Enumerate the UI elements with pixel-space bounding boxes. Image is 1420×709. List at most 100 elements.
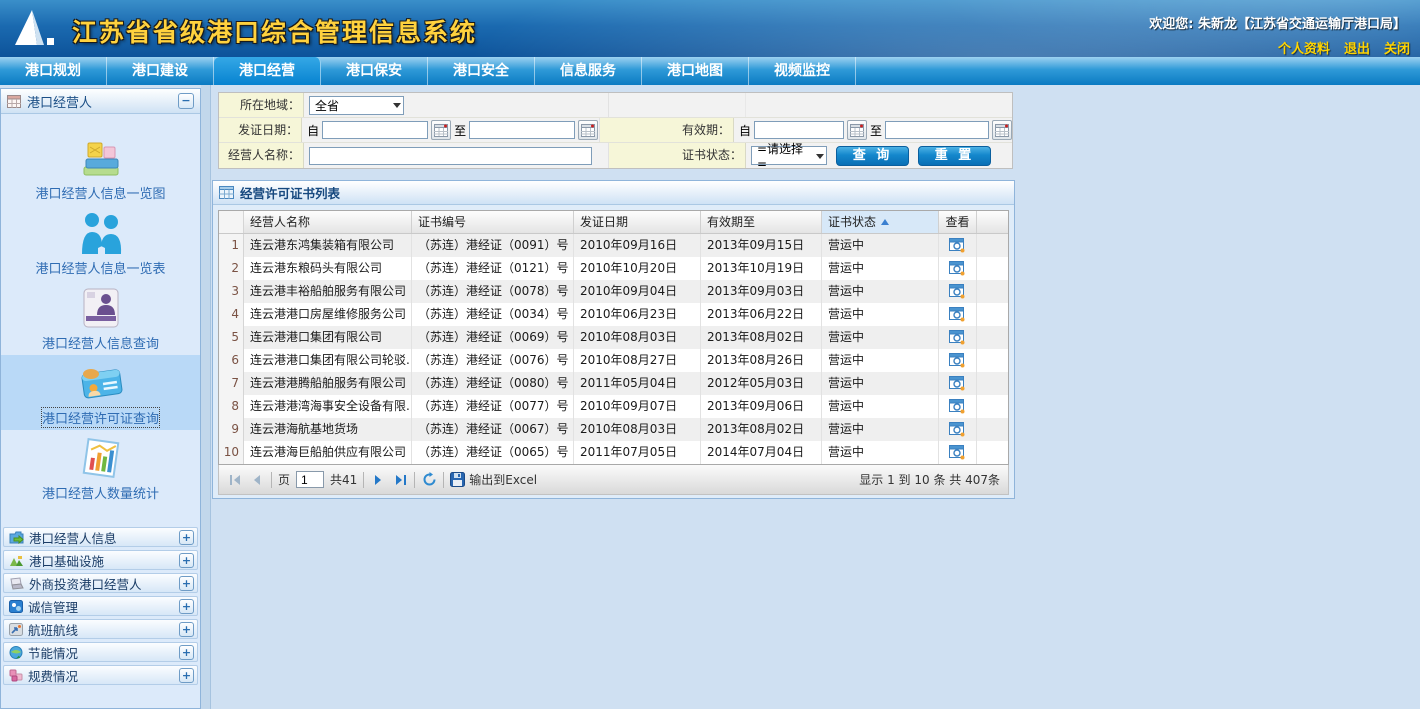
sidebar-item-operator-info-query[interactable]: 港口经营人信息查询 bbox=[1, 280, 200, 355]
boxes-icon bbox=[78, 139, 124, 179]
license-list-panel: 经营许可证书列表 经营人名称 证书编号 发证日期 有效期至 证书状态 查看 bbox=[212, 180, 1015, 499]
view-certificate-button[interactable] bbox=[939, 280, 977, 303]
tab-port-map[interactable]: 港口地图 bbox=[642, 57, 749, 85]
section-foreign-investment-operator[interactable]: 外商投资港口经营人 + bbox=[3, 573, 198, 593]
section-fee-situation[interactable]: 规费情况 + bbox=[3, 665, 198, 685]
reset-button[interactable]: 重 置 bbox=[918, 146, 991, 166]
tab-video-monitor[interactable]: 视频监控 bbox=[749, 57, 856, 85]
sidebar-panel-header[interactable]: 港口经营人 − bbox=[1, 89, 200, 114]
sidebar-item-operator-overview-map[interactable]: 港口经营人信息一览图 bbox=[1, 130, 200, 205]
table-row[interactable]: 5 连云港港口集团有限公司 （苏连）港经证（0069）号 2010年08月03日… bbox=[219, 326, 1008, 349]
sidebar-shortcuts: 港口经营人信息一览图 港口经营人信息一览表 bbox=[1, 114, 200, 505]
cert-status-select[interactable]: =请选择= bbox=[751, 146, 827, 165]
sidebar-splitter[interactable] bbox=[201, 85, 211, 709]
last-page-icon[interactable] bbox=[392, 472, 408, 488]
table-row[interactable]: 7 连云港港腾船舶服务有限公司 （苏连）港经证（0080）号 2011年05月0… bbox=[219, 372, 1008, 395]
valid-to-input[interactable] bbox=[885, 121, 989, 139]
view-certificate-button[interactable] bbox=[939, 257, 977, 280]
fee-icon bbox=[9, 669, 23, 682]
valid-from-input[interactable] bbox=[754, 121, 844, 139]
form-row-region: 所在地域： 全省 bbox=[219, 93, 1012, 118]
page-input[interactable] bbox=[296, 471, 324, 488]
calendar-icon[interactable] bbox=[431, 120, 451, 140]
status-badge: 营运中 bbox=[822, 234, 939, 257]
section-energy-saving[interactable]: 节能情况 + bbox=[3, 642, 198, 662]
table-row[interactable]: 8 连云港港湾海事安全设备有限... （苏连）港经证（0077）号 2010年0… bbox=[219, 395, 1008, 418]
view-certificate-button[interactable] bbox=[939, 441, 977, 464]
expand-section-button[interactable]: + bbox=[179, 645, 194, 660]
refresh-icon[interactable] bbox=[421, 472, 437, 488]
table-row[interactable]: 6 连云港港口集团有限公司轮驳... （苏连）港经证（0076）号 2010年0… bbox=[219, 349, 1008, 372]
col-cert-number[interactable]: 证书编号 bbox=[412, 211, 574, 233]
expand-section-button[interactable]: + bbox=[179, 553, 194, 568]
sidebar-item-license-query[interactable]: 港口经营许可证查询 bbox=[1, 355, 200, 430]
col-cert-status[interactable]: 证书状态 bbox=[822, 211, 939, 233]
expand-section-button[interactable]: + bbox=[179, 668, 194, 683]
col-valid-until[interactable]: 有效期至 bbox=[701, 211, 822, 233]
section-flight-routes[interactable]: 航班航线 + bbox=[3, 619, 198, 639]
close-link[interactable]: 关闭 bbox=[1384, 38, 1410, 57]
tab-port-safety[interactable]: 港口安全 bbox=[428, 57, 535, 85]
status-badge: 营运中 bbox=[822, 326, 939, 349]
section-operator-info[interactable]: 港口经营人信息 + bbox=[3, 527, 198, 547]
operator-name-label: 经营人名称： bbox=[219, 143, 304, 168]
view-certificate-button[interactable] bbox=[939, 234, 977, 257]
logout-link[interactable]: 退出 bbox=[1344, 38, 1370, 57]
view-certificate-button[interactable] bbox=[939, 326, 977, 349]
issue-date-from-input[interactable] bbox=[322, 121, 428, 139]
table-row[interactable]: 9 连云港海航基地货场 （苏连）港经证（0067）号 2010年08月03日 2… bbox=[219, 418, 1008, 441]
col-operator-name[interactable]: 经营人名称 bbox=[244, 211, 412, 233]
table-row[interactable]: 3 连云港丰裕船舶服务有限公司 （苏连）港经证（0078）号 2010年09月0… bbox=[219, 280, 1008, 303]
region-select[interactable]: 全省 bbox=[309, 96, 404, 115]
main-nav: 港口规划 港口建设 港口经营 港口保安 港口安全 信息服务 港口地图 视频监控 bbox=[0, 57, 1420, 85]
tab-port-security[interactable]: 港口保安 bbox=[321, 57, 428, 85]
table-row[interactable]: 4 连云港港口房屋维修服务公司 （苏连）港经证（0034）号 2010年06月2… bbox=[219, 303, 1008, 326]
expand-section-button[interactable]: + bbox=[179, 530, 194, 545]
view-certificate-button[interactable] bbox=[939, 372, 977, 395]
section-label: 诚信管理 bbox=[28, 597, 78, 616]
cert-status-label: 证书状态： bbox=[609, 143, 746, 168]
section-port-infrastructure[interactable]: 港口基础设施 + bbox=[3, 550, 198, 570]
query-button[interactable]: 查 询 bbox=[836, 146, 909, 166]
section-integrity-management[interactable]: 诚信管理 + bbox=[3, 596, 198, 616]
table-row[interactable]: 2 连云港东粮码头有限公司 （苏连）港经证（0121）号 2010年10月20日… bbox=[219, 257, 1008, 280]
integrity-icon bbox=[9, 600, 23, 613]
export-excel-button[interactable]: 输出到Excel bbox=[450, 471, 537, 488]
status-badge: 营运中 bbox=[822, 395, 939, 418]
sidebar-item-operator-statistics[interactable]: 港口经营人数量统计 bbox=[1, 430, 200, 505]
col-view: 查看 bbox=[939, 211, 977, 233]
tab-port-planning[interactable]: 港口规划 bbox=[0, 57, 107, 85]
calendar-icon[interactable] bbox=[992, 120, 1012, 140]
section-label: 航班航线 bbox=[28, 620, 78, 639]
operator-name-input[interactable] bbox=[309, 147, 592, 165]
collapse-panel-button[interactable]: − bbox=[178, 93, 194, 109]
expand-section-button[interactable]: + bbox=[179, 576, 194, 591]
table-row[interactable]: 1 连云港东鸿集装箱有限公司 （苏连）港经证（0091）号 2010年09月16… bbox=[219, 234, 1008, 257]
chevron-down-icon bbox=[393, 103, 401, 112]
sidebar-item-label: 港口经营人信息一览图 bbox=[35, 183, 165, 202]
sidebar-item-operator-overview-table[interactable]: 港口经营人信息一览表 bbox=[1, 205, 200, 280]
tab-info-service[interactable]: 信息服务 bbox=[535, 57, 642, 85]
calendar-icon[interactable] bbox=[578, 120, 598, 140]
tab-port-operation[interactable]: 港口经营 bbox=[214, 57, 321, 85]
first-page-icon[interactable] bbox=[227, 472, 243, 488]
calendar-icon[interactable] bbox=[847, 120, 867, 140]
view-certificate-button[interactable] bbox=[939, 418, 977, 441]
table-row[interactable]: 10 连云港海巨船舶供应有限公司 （苏连）港经证（0065）号 2011年07月… bbox=[219, 441, 1008, 464]
status-badge: 营运中 bbox=[822, 257, 939, 280]
prev-page-icon[interactable] bbox=[249, 472, 265, 488]
view-certificate-button[interactable] bbox=[939, 303, 977, 326]
tab-port-construction[interactable]: 港口建设 bbox=[107, 57, 214, 85]
energy-icon bbox=[9, 646, 23, 659]
profile-link[interactable]: 个人资料 bbox=[1278, 38, 1330, 57]
view-certificate-button[interactable] bbox=[939, 349, 977, 372]
col-issue-date[interactable]: 发证日期 bbox=[574, 211, 701, 233]
issue-date-to-input[interactable] bbox=[469, 121, 575, 139]
license-list-title-bar: 经营许可证书列表 bbox=[213, 181, 1014, 205]
expand-section-button[interactable]: + bbox=[179, 599, 194, 614]
app-header: 江苏省省级港口综合管理信息系统 欢迎您: 朱新龙【江苏省交通运输厅港口局】 个人… bbox=[0, 0, 1420, 57]
sidebar-item-label: 港口经营人信息一览表 bbox=[35, 258, 165, 277]
expand-section-button[interactable]: + bbox=[179, 622, 194, 637]
next-page-icon[interactable] bbox=[370, 472, 386, 488]
view-certificate-button[interactable] bbox=[939, 395, 977, 418]
